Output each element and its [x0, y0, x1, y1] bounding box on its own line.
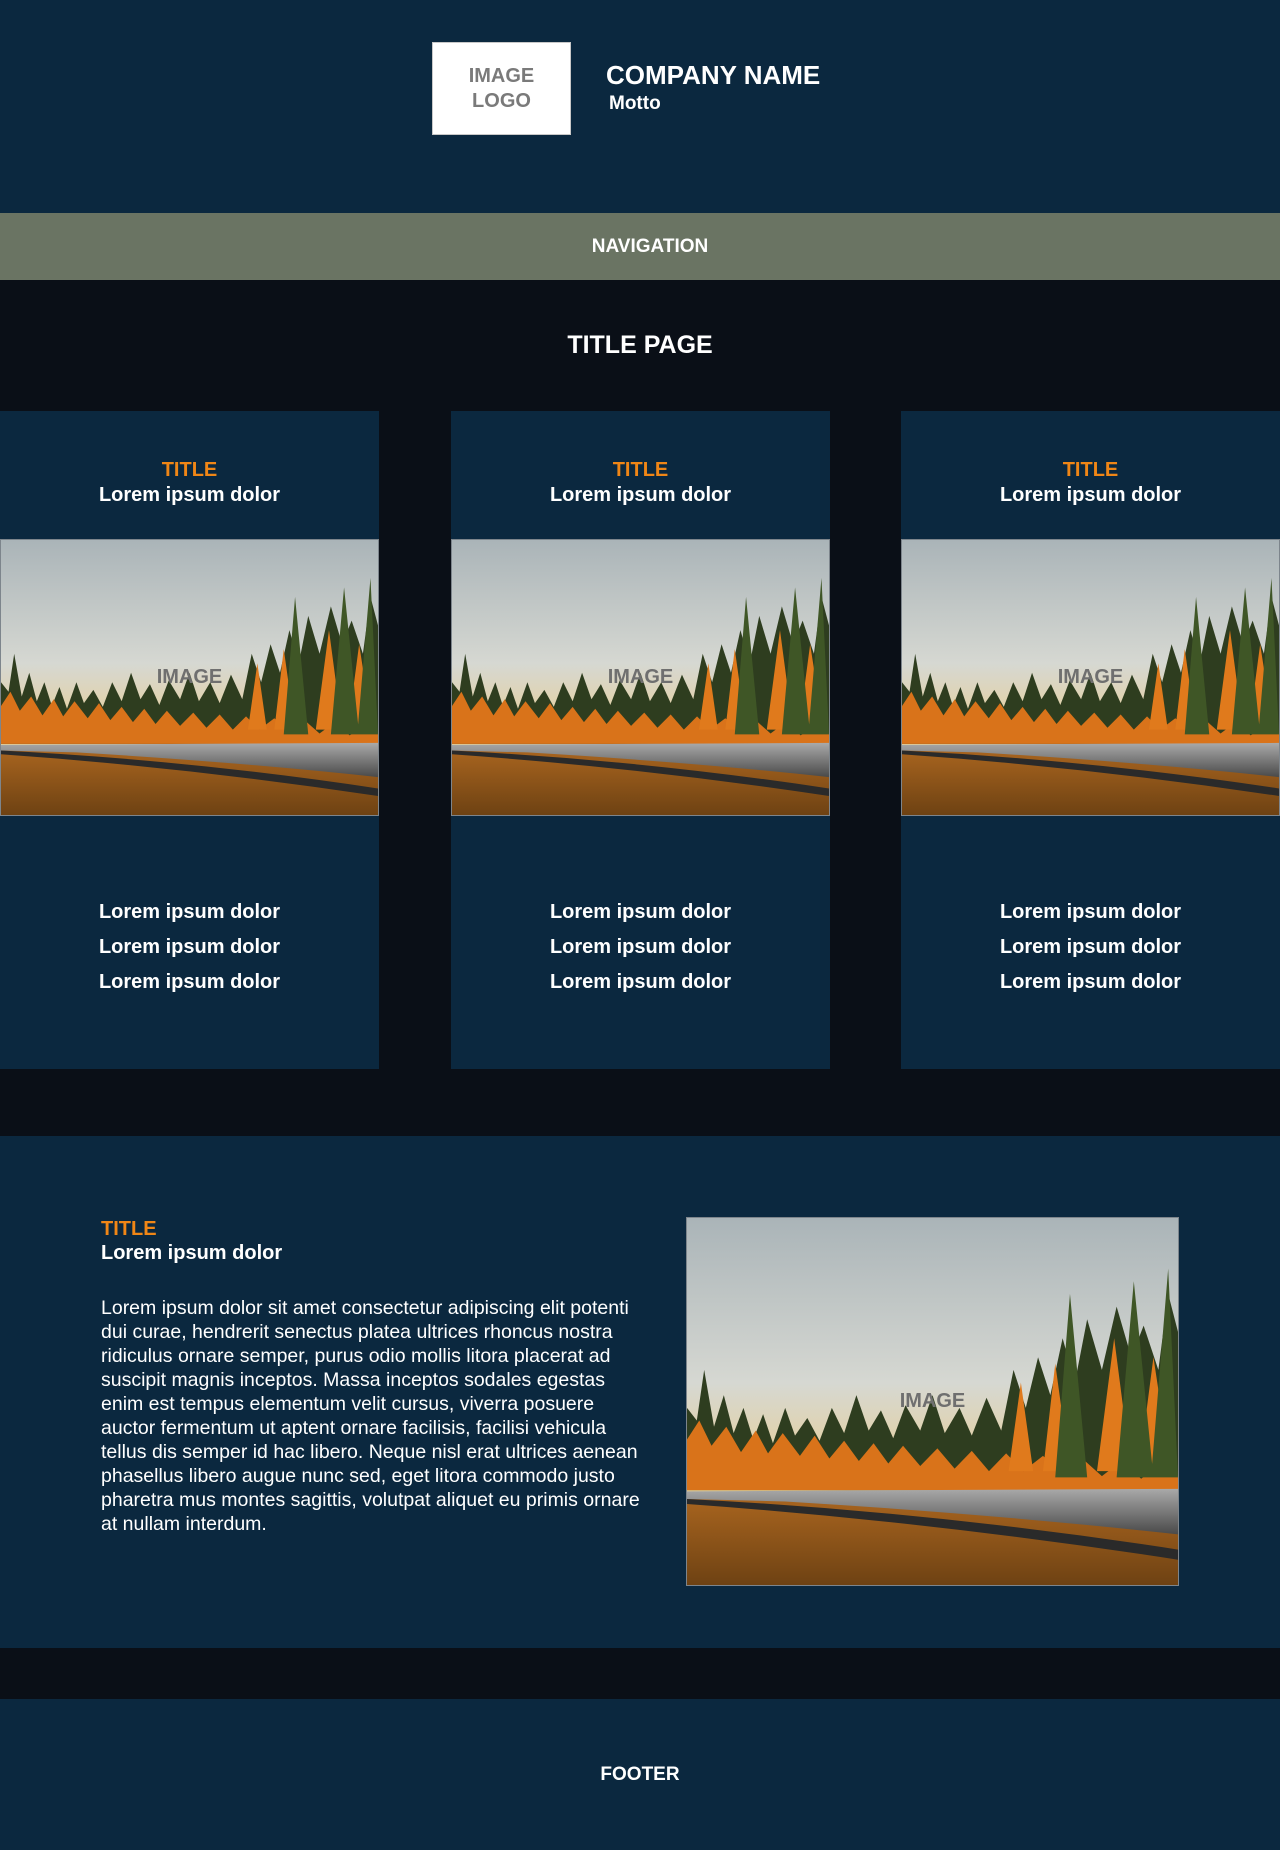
- card-line: Lorem ipsum dolor: [999, 901, 1182, 923]
- logo-image[interactable]: IMAGE LOGO: [432, 42, 571, 135]
- company-motto: Motto: [609, 93, 661, 114]
- card-text-list: Lorem ipsum dolor Lorem ipsum dolor Lore…: [0, 895, 379, 1000]
- card-subtitle: Lorem ipsum dolor: [999, 484, 1182, 506]
- card-subtitle: Lorem ipsum dolor: [549, 484, 732, 506]
- card-line: Lorem ipsum dolor: [549, 901, 732, 923]
- card-image[interactable]: IMAGE: [901, 539, 1280, 816]
- card-line: Lorem ipsum dolor: [98, 971, 281, 993]
- feature-section: TITLE Lorem ipsum dolor Lorem ipsum dolo…: [0, 1136, 1280, 1648]
- feature-subtitle: Lorem ipsum dolor: [101, 1242, 283, 1264]
- feature-body-text: Lorem ipsum dolor sit amet consectetur a…: [101, 1297, 640, 1535]
- card: TITLE Lorem ipsum dolor IMAGE Lorem ipsu…: [0, 411, 379, 1069]
- image-label: IMAGE: [156, 666, 223, 688]
- page-title-section: TITLE PAGE: [0, 280, 1280, 411]
- card-image[interactable]: IMAGE: [451, 539, 830, 816]
- card-title: TITLE: [612, 459, 669, 481]
- card: TITLE Lorem ipsum dolor IMAGE Lorem ipsu…: [901, 411, 1280, 1069]
- logo-label: IMAGE LOGO: [468, 64, 535, 112]
- company-name: COMPANY NAME: [606, 60, 821, 90]
- page-title: TITLE PAGE: [567, 331, 713, 359]
- card-text-list: Lorem ipsum dolor Lorem ipsum dolor Lore…: [451, 895, 830, 1000]
- card-line: Lorem ipsum dolor: [98, 936, 281, 958]
- card-title: TITLE: [161, 459, 218, 481]
- footer: FOOTER: [0, 1699, 1280, 1850]
- navigation-bar[interactable]: NAVIGATION: [0, 213, 1280, 280]
- image-label: IMAGE: [1057, 666, 1124, 688]
- card-line: Lorem ipsum dolor: [549, 936, 732, 958]
- image-label: IMAGE: [899, 1390, 966, 1412]
- card-line: Lorem ipsum dolor: [999, 936, 1182, 958]
- navigation-label[interactable]: NAVIGATION: [592, 236, 708, 258]
- footer-label: FOOTER: [600, 1763, 680, 1785]
- feature-title: TITLE: [101, 1218, 157, 1240]
- card-text-list: Lorem ipsum dolor Lorem ipsum dolor Lore…: [901, 895, 1280, 1000]
- header: IMAGE LOGO COMPANY NAME Motto: [0, 0, 1280, 213]
- card-line: Lorem ipsum dolor: [999, 971, 1182, 993]
- card-image[interactable]: IMAGE: [0, 539, 379, 816]
- card-line: Lorem ipsum dolor: [98, 901, 281, 923]
- card: TITLE Lorem ipsum dolor IMAGE Lorem ipsu…: [451, 411, 830, 1069]
- card-title: TITLE: [1062, 459, 1119, 481]
- card-line: Lorem ipsum dolor: [549, 971, 732, 993]
- feature-image[interactable]: IMAGE: [686, 1217, 1179, 1586]
- image-label: IMAGE: [607, 666, 674, 688]
- card-subtitle: Lorem ipsum dolor: [98, 484, 281, 506]
